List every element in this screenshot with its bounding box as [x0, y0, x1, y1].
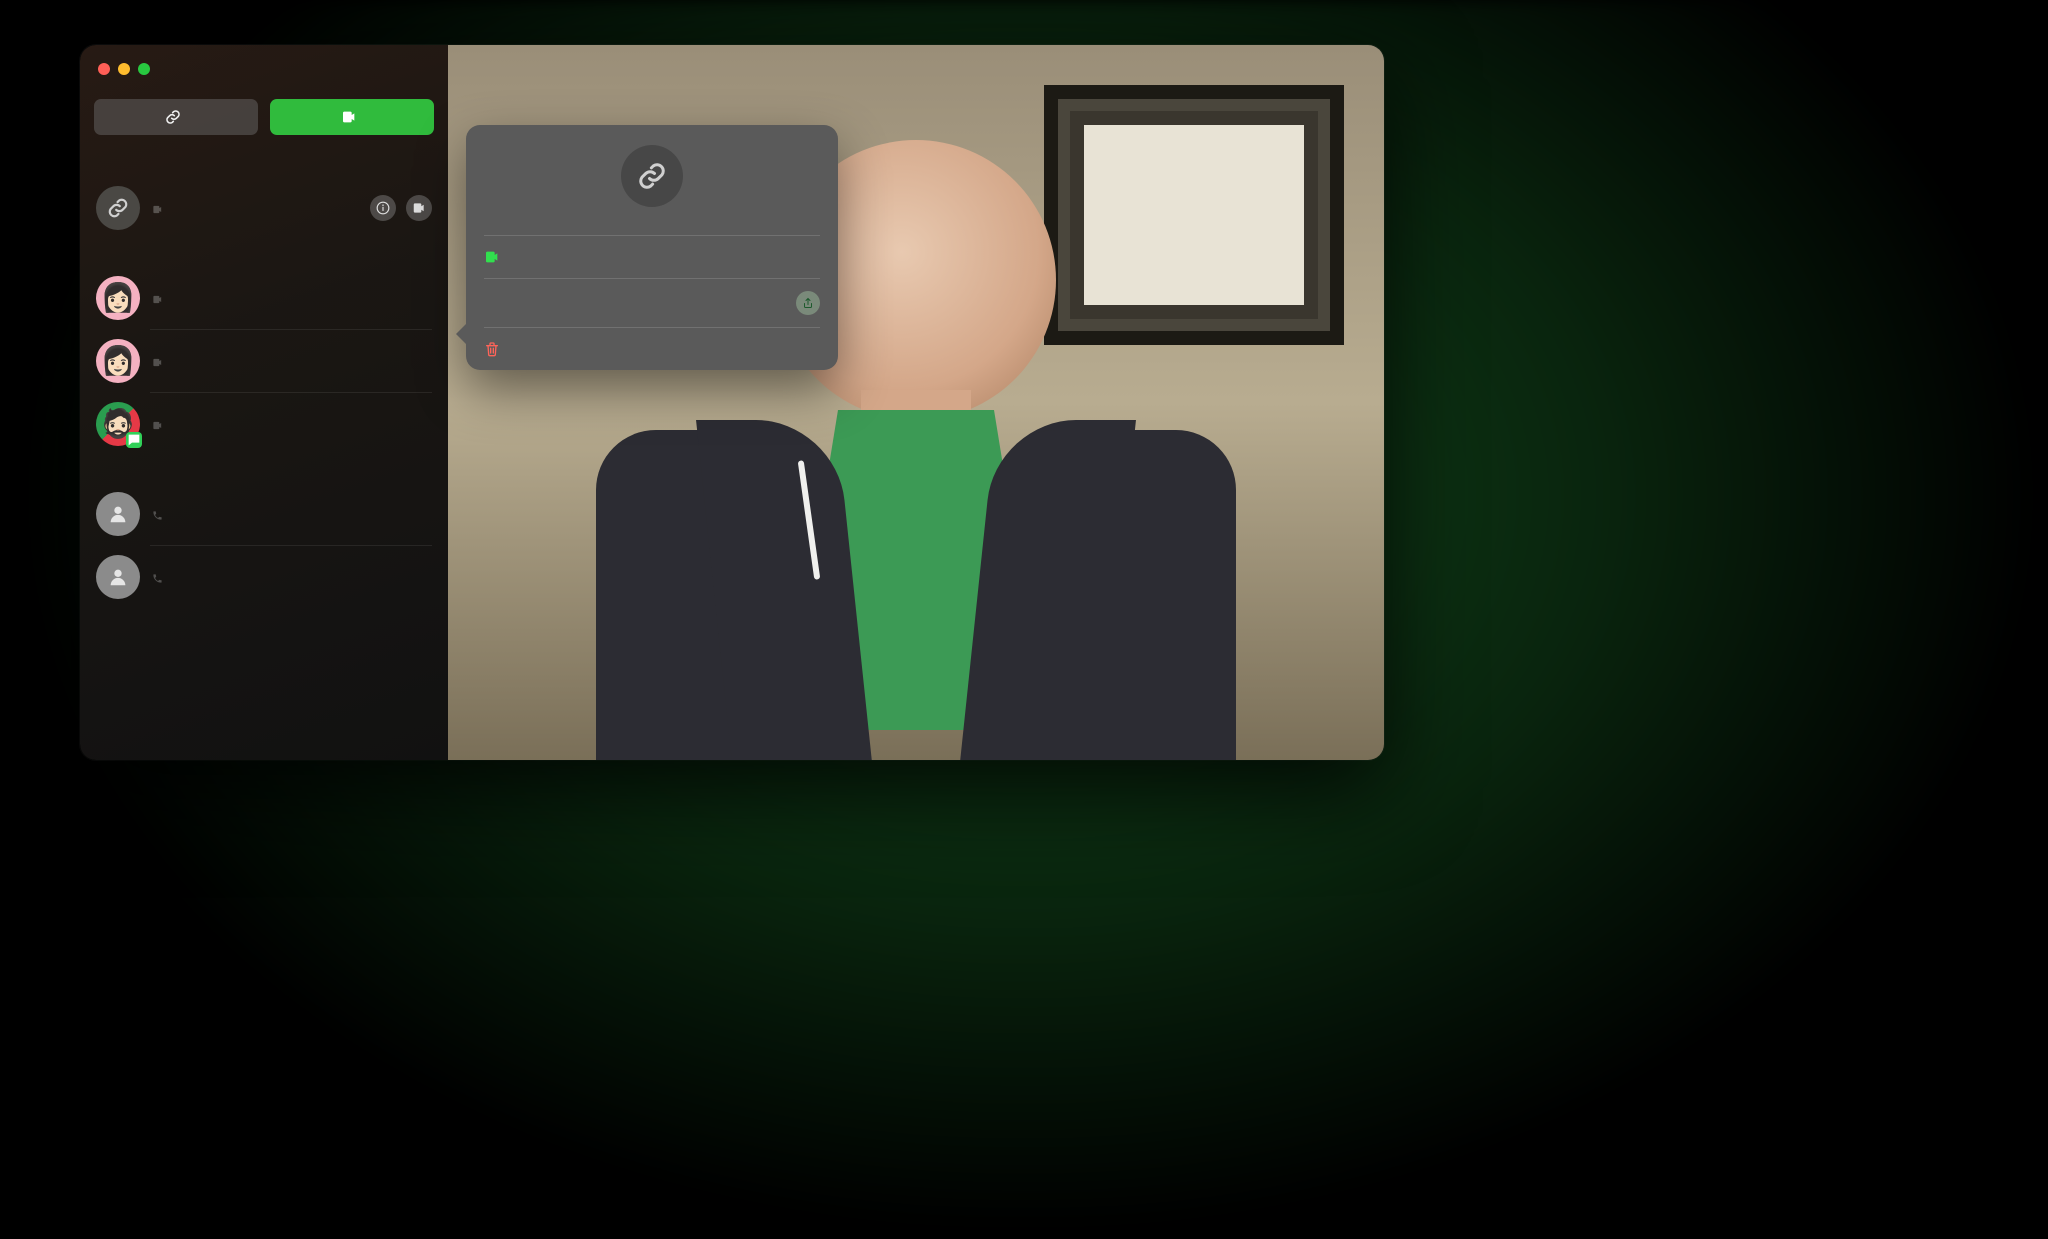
call-subtitle [152, 357, 432, 368]
video-icon [341, 109, 357, 125]
popover-link-icon [621, 145, 683, 207]
person-icon [107, 503, 129, 525]
call-subtitle [152, 294, 432, 305]
avatar: 🧔🏻 [96, 402, 140, 446]
video-icon [152, 294, 163, 305]
section-header-yesterday [80, 239, 448, 267]
avatar [96, 555, 140, 599]
calls-list[interactable]: 👩🏻 👩🏻 [80, 149, 448, 760]
minimize-window-button[interactable] [118, 63, 130, 75]
call-info [152, 508, 432, 521]
phone-icon [152, 510, 163, 521]
row-actions [370, 195, 432, 221]
video-call-button[interactable] [406, 195, 432, 221]
call-row[interactable] [80, 546, 448, 608]
video-icon [152, 357, 163, 368]
avatar: 👩🏻 [96, 276, 140, 320]
trash-icon [484, 341, 500, 357]
facetime-link-url-row [466, 279, 838, 327]
info-icon [376, 201, 390, 215]
video-icon [152, 204, 163, 215]
share-icon [802, 297, 814, 309]
video-icon [152, 420, 163, 431]
phone-icon [152, 573, 163, 584]
call-subtitle [152, 573, 432, 584]
section-header-this-week [80, 455, 448, 483]
call-info [152, 418, 432, 431]
popover-header [466, 125, 838, 235]
join-facetime-button[interactable] [466, 236, 838, 278]
memoji-icon: 👩🏻 [101, 347, 136, 375]
video-icon [412, 201, 426, 215]
section-header-upcoming [80, 149, 448, 177]
avatar: 👩🏻 [96, 339, 140, 383]
memoji-icon: 👩🏻 [101, 284, 136, 312]
call-subtitle [152, 204, 358, 215]
avatar-link-icon [96, 186, 140, 230]
call-row[interactable] [80, 483, 448, 545]
create-link-button[interactable] [94, 99, 258, 135]
video-icon [484, 249, 500, 265]
link-icon [107, 197, 129, 219]
close-window-button[interactable] [98, 63, 110, 75]
call-row-facetime-link[interactable] [80, 177, 448, 239]
link-icon [165, 109, 181, 125]
new-facetime-button[interactable] [270, 99, 434, 135]
sidebar: 👩🏻 👩🏻 [80, 45, 448, 760]
window-traffic-lights [80, 45, 448, 75]
call-row[interactable]: 👩🏻 [80, 330, 448, 392]
share-link-button[interactable] [796, 291, 820, 315]
call-info [152, 292, 432, 305]
call-info [152, 355, 432, 368]
call-row[interactable]: 🧔🏻 [80, 393, 448, 455]
info-button[interactable] [370, 195, 396, 221]
avatar [96, 492, 140, 536]
link-icon [637, 161, 667, 191]
call-subtitle [152, 510, 432, 521]
delete-link-button[interactable] [466, 328, 838, 370]
call-row[interactable]: 👩🏻 [80, 267, 448, 329]
facetime-link-popover [466, 125, 838, 370]
sidebar-toolbar [80, 75, 448, 149]
zoom-window-button[interactable] [138, 63, 150, 75]
call-subtitle [152, 420, 432, 431]
call-info [152, 202, 358, 215]
person-icon [107, 566, 129, 588]
facetime-window: 👩🏻 👩🏻 [80, 45, 1384, 760]
messages-badge-icon [126, 432, 142, 448]
call-info [152, 571, 432, 584]
